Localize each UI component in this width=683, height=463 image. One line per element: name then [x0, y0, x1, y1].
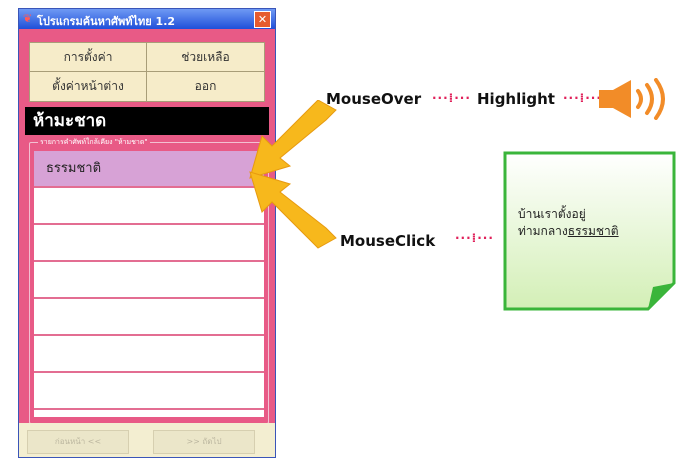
note-highlighted-word[interactable]: ธรรมชาติ — [568, 224, 619, 238]
list-item[interactable] — [34, 373, 264, 410]
list-item[interactable]: ธรรมชาติ — [34, 151, 264, 188]
speaker-icon — [599, 78, 665, 120]
help-button[interactable]: ช่วยเหลือ — [147, 43, 264, 72]
list-item[interactable] — [34, 262, 264, 299]
close-button[interactable]: ✕ — [254, 11, 271, 28]
results-legend: รายการคำศัพท์ใกล้เคียง "ห้ามชาด" — [38, 137, 150, 148]
previous-button[interactable]: ก่อนหน้า << — [27, 430, 129, 454]
results-list: ธรรมชาติ — [34, 151, 264, 417]
note-line-2: ท่ามกลางธรรมชาติ — [518, 223, 619, 240]
mouseclick-arrow-icon — [249, 171, 337, 249]
menu-grid: การตั้งค่า ช่วยเหลือ ตั้งค่าหน้าต่าง ออก — [29, 42, 265, 102]
mouseover-arrow-icon — [249, 100, 337, 179]
note-line-1: บ้านเราตั้งอยู่ — [518, 207, 586, 221]
note-line-2-prefix: ท่ามกลาง — [518, 224, 568, 238]
nav-bar: ก่อนหน้า << >> ถัดไป — [19, 423, 275, 457]
connector-dots: ···⁞··· — [432, 91, 471, 105]
list-item[interactable] — [34, 225, 264, 262]
highlight-label: Highlight — [477, 90, 555, 108]
mouseclick-label: MouseClick — [340, 232, 436, 250]
search-word-field[interactable]: ห้ามะชาด — [25, 107, 269, 135]
list-item[interactable] — [34, 188, 264, 225]
title-bar: ❦ โปรแกรมค้นหาศัพท์ไทย 1.2 ✕ — [19, 9, 275, 29]
list-item[interactable] — [34, 299, 264, 336]
exit-button[interactable]: ออก — [147, 72, 264, 101]
next-button[interactable]: >> ถัดไป — [153, 430, 255, 454]
note-text: บ้านเราตั้งอยู่ ท่ามกลางธรรมชาติ — [518, 206, 619, 240]
results-group: รายการคำศัพท์ใกล้เคียง "ห้ามชาด" ธรรมชาต… — [29, 137, 269, 424]
window-settings-button[interactable]: ตั้งค่าหน้าต่าง — [30, 72, 147, 101]
settings-button[interactable]: การตั้งค่า — [30, 43, 147, 72]
list-item[interactable] — [34, 336, 264, 373]
dictionary-window: ❦ โปรแกรมค้นหาศัพท์ไทย 1.2 ✕ การตั้งค่า … — [18, 8, 276, 458]
mouseover-label: MouseOver — [326, 90, 422, 108]
window-title: โปรแกรมค้นหาศัพท์ไทย 1.2 — [37, 15, 176, 28]
connector-dots: ···⁞··· — [455, 231, 494, 245]
app-icon: ❦ — [23, 12, 33, 25]
